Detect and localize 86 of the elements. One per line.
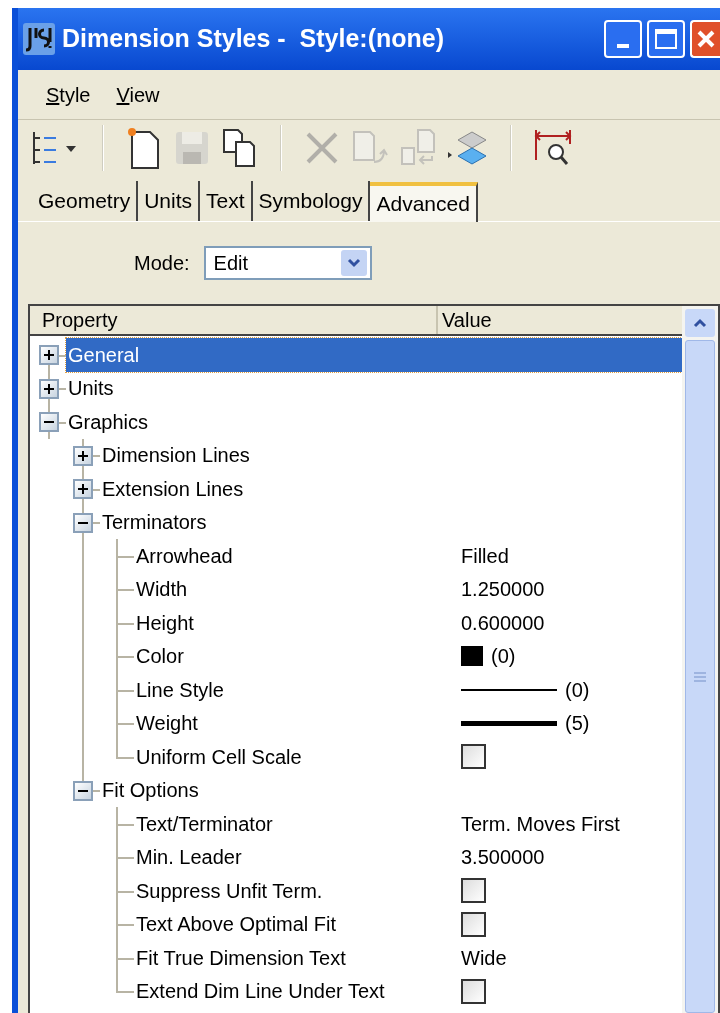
maximize-button[interactable] [647,20,685,58]
collapse-toggle[interactable] [73,512,93,533]
plus-icon [43,349,55,361]
tree-row[interactable]: Fit True Dimension Text Wide [134,941,682,975]
property-label: Height [136,610,195,636]
minimize-button[interactable] [604,20,642,58]
scroll-thumb[interactable] [685,340,715,1013]
tree-row[interactable]: Graphics [66,405,682,439]
property-label: General [68,342,141,368]
close-icon [696,29,716,49]
tree-row[interactable]: Line Style (0) [134,673,682,707]
tree-row[interactable]: Width 1.250000 [134,572,682,606]
tree-row[interactable]: Uniform Cell Scale [134,740,682,774]
chevron-down-icon [340,250,367,276]
checkbox[interactable] [461,744,486,770]
property-label: Dimension Lines [102,443,251,469]
property-value: 1.250000 [461,577,545,603]
collapse-toggle[interactable] [39,412,59,432]
app-logo-icon [22,22,56,56]
property-value: (5) [565,711,590,737]
property-value: Filled [461,543,509,569]
property-label: Units [68,376,115,402]
plus-icon [77,483,89,495]
tree-row[interactable]: Arrowhead Filled [134,539,682,573]
property-label: Width [136,577,189,603]
property-label: Suppress Unfit Term. [136,878,324,904]
property-label: Fit True Dimension Text [136,945,347,971]
tree-row[interactable]: Dimension Lines [100,438,682,472]
tree-row[interactable]: Suppress Unfit Term. [134,874,682,908]
expand-toggle[interactable] [39,345,59,365]
tree-row[interactable]: Color (0) [134,639,682,673]
mode-label: Mode: [134,251,190,276]
property-label: Min. Leader [136,845,243,871]
checkbox[interactable] [461,978,486,1004]
column-header[interactable]: Property [30,306,438,334]
property-value: 0.600000 [461,610,545,636]
mode-dropdown[interactable]: Edit [203,246,372,280]
column-header[interactable]: Value [438,306,682,334]
property-label: Text/Terminator [136,811,274,837]
property-value: Term. Moves First [461,811,620,837]
minimize-icon [617,44,629,48]
property-value: (0) [491,644,516,670]
property-label: Uniform Cell Scale [136,744,303,770]
expand-toggle[interactable] [73,479,93,499]
property-label: Text Above Optimal Fit [136,912,338,938]
tree-row[interactable]: Terminators [100,505,682,539]
tab[interactable]: Geometry [32,181,139,221]
expand-toggle[interactable] [39,378,59,399]
property-label: Line Style [136,677,225,703]
property-value: 3.500000 [461,845,545,871]
tab[interactable]: Units [138,181,201,221]
tree-row[interactable]: Extension Lines [100,472,682,506]
collapse-toggle[interactable] [73,780,93,801]
vertical-scrollbar[interactable] [682,306,718,1013]
tree-row[interactable]: Min. Leader 3.500000 [134,840,682,874]
tree-row[interactable]: Weight (5) [134,706,682,740]
tree-row[interactable]: Fit Options [100,773,682,807]
property-label: Extend Dim Line Under Text [136,979,386,1005]
scroll-up-icon[interactable] [685,309,715,337]
tab[interactable]: Advanced [370,182,478,222]
property-label: Weight [136,711,199,737]
tree-row[interactable]: Units [66,371,682,405]
close-button[interactable] [690,20,720,58]
property-label: Color [136,644,185,670]
plus-icon [43,382,55,395]
property-value: (0) [565,677,590,703]
tree-row[interactable]: General [66,338,682,372]
menu-item[interactable]: Style [46,79,91,110]
property-label: Fit Options [102,778,200,804]
window-title: Dimension Styles - Style:(none) [62,23,445,55]
menu-item[interactable]: View [116,79,160,110]
checkbox[interactable] [461,878,486,904]
property-label: Terminators [102,510,208,536]
tree-row[interactable]: Text/Terminator Term. Moves First [134,807,682,841]
property-label: Graphics [68,409,150,435]
expand-toggle[interactable] [73,445,93,466]
tree-row[interactable]: Text Above Optimal Fit [134,907,682,941]
property-label: Arrowhead [136,543,234,569]
maximize-icon [655,29,677,49]
tree-row[interactable]: Extend Dim Line Under Text [134,974,682,1008]
property-value: Wide [461,945,507,971]
tree-row[interactable]: Height 0.600000 [134,606,682,640]
property-label: Extension Lines [102,476,245,502]
tab[interactable]: Text [200,181,253,221]
plus-icon [77,449,89,462]
checkbox[interactable] [461,911,486,937]
